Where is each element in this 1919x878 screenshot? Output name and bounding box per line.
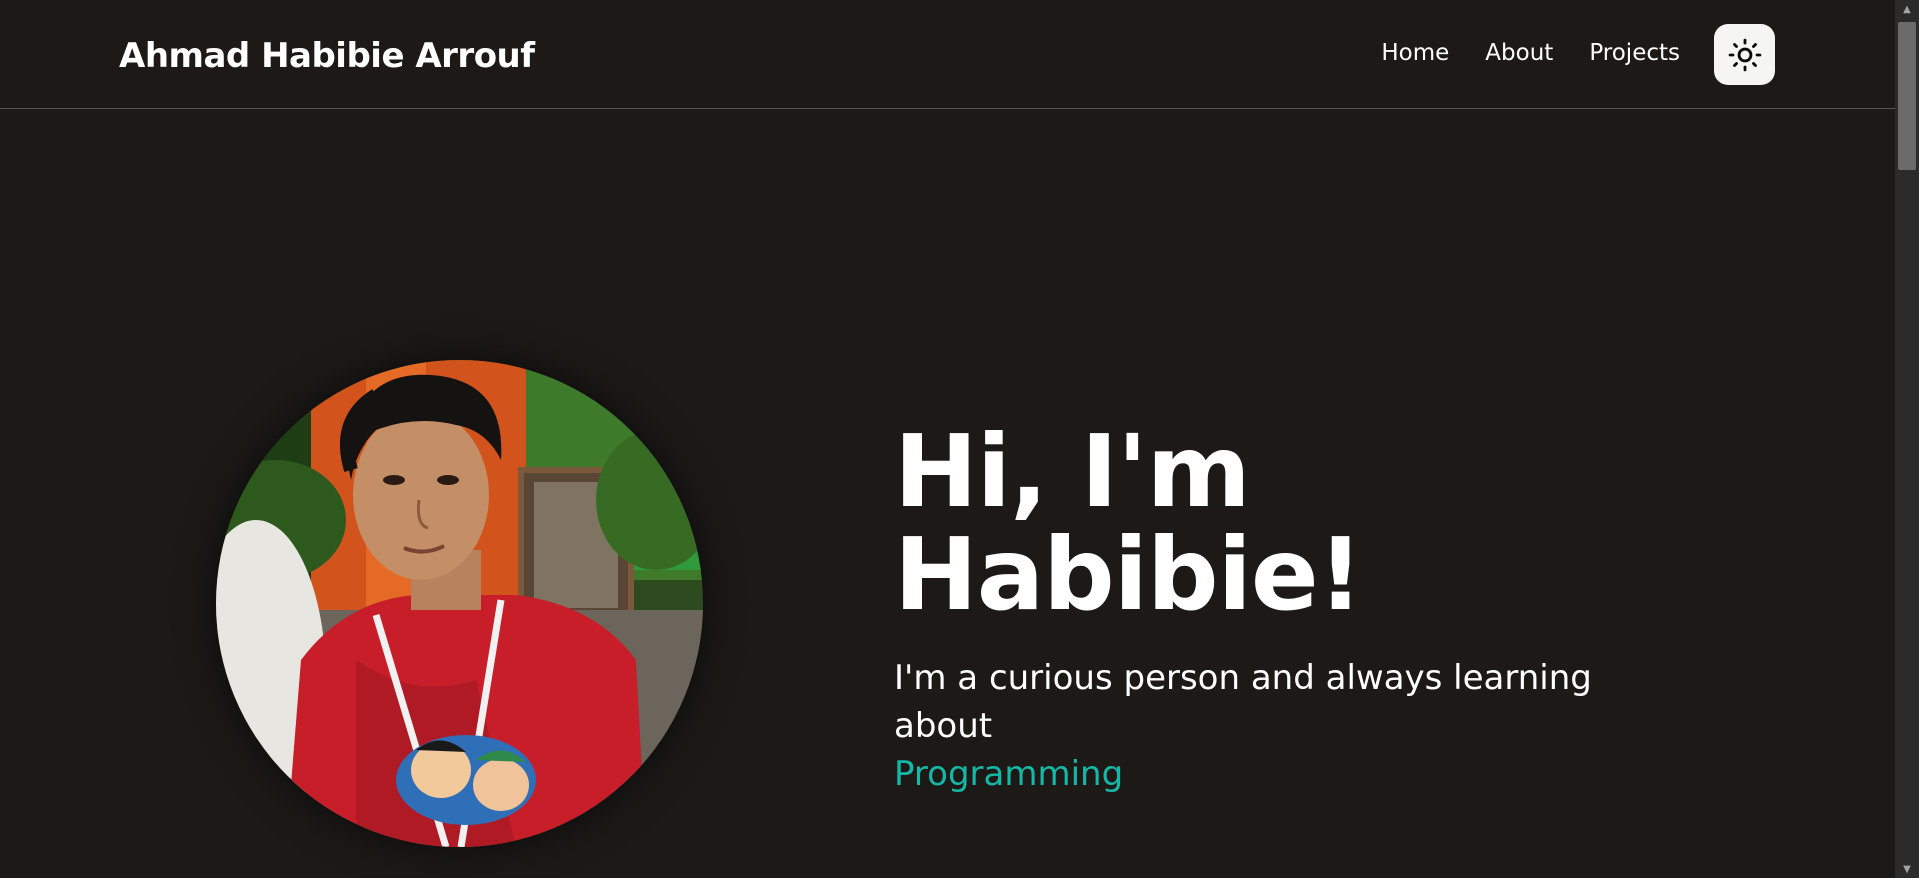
scroll-up-arrow-icon[interactable]: ▲ bbox=[1895, 0, 1919, 18]
profile-photo bbox=[216, 360, 703, 847]
hero-subtitle-text: I'm a curious person and always learning… bbox=[894, 658, 1592, 746]
hero-subtitle: I'm a curious person and always learning… bbox=[894, 654, 1694, 798]
page: Ahmad Habibie Arrouf Home About Projects bbox=[0, 0, 1919, 878]
scroll-down-arrow-icon[interactable]: ▼ bbox=[1895, 860, 1919, 878]
hero-section: Hi, I'm Habibie! I'm a curious person an… bbox=[894, 420, 1694, 798]
hero-accent-word: Programming bbox=[894, 754, 1124, 794]
page-scrollbar[interactable]: ▲ ▼ bbox=[1895, 0, 1919, 878]
profile-avatar bbox=[216, 360, 703, 847]
sun-icon bbox=[1728, 38, 1761, 71]
scrollbar-thumb[interactable] bbox=[1898, 22, 1916, 170]
nav-about-link[interactable]: About bbox=[1485, 40, 1553, 66]
hero-title: Hi, I'm Habibie! bbox=[894, 420, 1694, 626]
site-brand[interactable]: Ahmad Habibie Arrouf bbox=[119, 36, 535, 76]
nav-projects-link[interactable]: Projects bbox=[1589, 40, 1680, 66]
hero-title-line1: Hi, I'm bbox=[894, 413, 1251, 530]
hero-title-line2: Habibie! bbox=[894, 516, 1363, 633]
nav-home-link[interactable]: Home bbox=[1381, 40, 1449, 66]
navbar: Ahmad Habibie Arrouf Home About Projects bbox=[0, 0, 1895, 109]
nav-links: Home About Projects bbox=[1345, 40, 1680, 66]
theme-toggle-button[interactable] bbox=[1714, 24, 1775, 85]
